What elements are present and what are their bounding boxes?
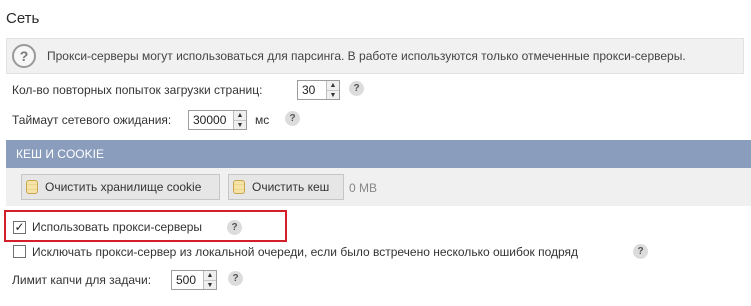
stepper-up-icon[interactable]: ▲ [204, 271, 216, 280]
retries-value[interactable]: 30 [298, 81, 326, 99]
timeout-help-icon[interactable]: ? [285, 111, 300, 126]
clear-cookie-label: Очистить хранилище cookie [45, 180, 202, 194]
info-box: ? Прокси-серверы могут использоваться дл… [6, 38, 744, 74]
database-icon [26, 180, 38, 194]
exclude-proxy-label[interactable]: Исключать прокси-сервер из локальной оче… [32, 245, 578, 259]
timeout-arrows[interactable]: ▲ ▼ [233, 111, 246, 129]
captcha-value[interactable]: 500 [172, 271, 203, 289]
clear-cookie-button[interactable]: Очистить хранилище cookie [21, 174, 220, 200]
info-text: Прокси-серверы могут использоваться для … [47, 49, 686, 63]
timeout-label: Таймаут сетевого ожидания: [12, 113, 172, 127]
clear-cache-label: Очистить кеш [252, 180, 330, 194]
cache-section-title: КЕШ И COOKIE [16, 147, 104, 161]
section-title: Сеть [6, 10, 40, 27]
stepper-down-icon[interactable]: ▼ [204, 280, 216, 290]
exclude-proxy-help-icon[interactable]: ? [633, 244, 648, 259]
database-icon [233, 180, 245, 194]
clear-cache-button[interactable]: Очистить кеш [228, 174, 344, 200]
captcha-arrows[interactable]: ▲ ▼ [203, 271, 216, 289]
captcha-label: Лимит капчи для задачи: [12, 273, 152, 287]
use-proxy-label[interactable]: Использовать прокси-серверы [32, 220, 202, 234]
question-icon: ? [12, 44, 36, 68]
retries-label: Кол-во повторных попыток загрузки страни… [12, 83, 263, 97]
use-proxy-help-icon[interactable]: ? [227, 220, 242, 235]
cache-size: 0 MB [349, 181, 378, 195]
timeout-unit: мс [255, 113, 270, 127]
captcha-stepper[interactable]: 500 ▲ ▼ [171, 270, 217, 290]
exclude-proxy-checkbox[interactable] [13, 245, 26, 258]
stepper-up-icon[interactable]: ▲ [327, 81, 339, 90]
retries-stepper[interactable]: 30 ▲ ▼ [297, 80, 340, 100]
timeout-value[interactable]: 30000 [189, 111, 233, 129]
use-proxy-checkbox[interactable]: ✓ [13, 221, 26, 234]
timeout-stepper[interactable]: 30000 ▲ ▼ [188, 110, 247, 130]
stepper-up-icon[interactable]: ▲ [234, 111, 246, 120]
stepper-down-icon[interactable]: ▼ [327, 90, 339, 100]
captcha-help-icon[interactable]: ? [228, 271, 243, 286]
retries-help-icon[interactable]: ? [349, 81, 364, 96]
stepper-down-icon[interactable]: ▼ [234, 120, 246, 130]
cache-section-header: КЕШ И COOKIE [6, 140, 751, 168]
retries-arrows[interactable]: ▲ ▼ [326, 81, 339, 99]
